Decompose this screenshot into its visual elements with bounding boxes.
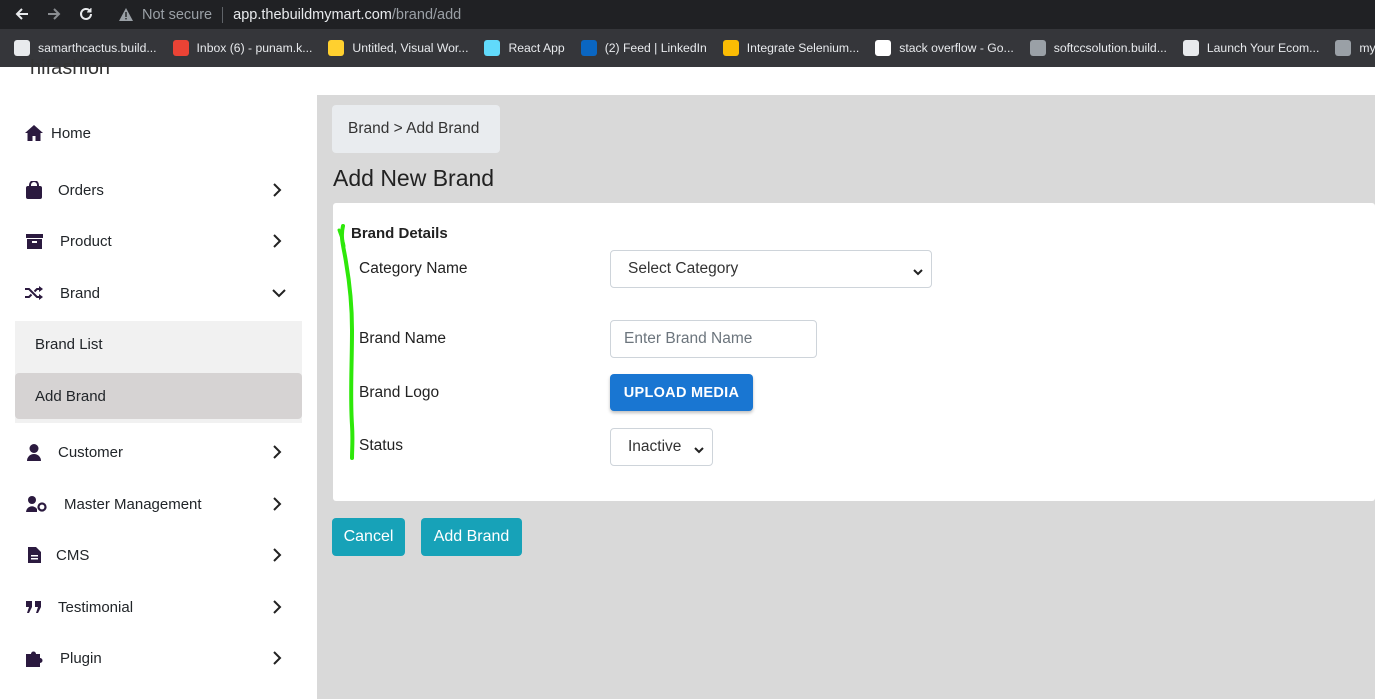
sidebar-item-home[interactable]: Home [0,111,317,155]
submenu-item-brand-list[interactable]: Brand List [15,321,302,367]
sidebar-item-label: Orders [58,181,104,199]
breadcrumb: Brand > Add Brand [332,105,500,153]
bookmarks-bar: samarthcactus.build... Inbox (6) - punam.… [0,29,1375,67]
globe-icon [1029,40,1046,56]
google-icon [875,40,892,56]
chevron-right-icon [268,598,286,616]
globe-icon [1335,40,1352,56]
bookmark-label: softccsolution.build... [1053,41,1167,55]
bookmark-label: Inbox (6) - punam.k... [196,41,313,55]
miro-icon [328,40,345,56]
not-secure-label: Not secure [142,6,213,23]
sidebar-item-product[interactable]: Product [0,219,317,263]
bookmark-label: Untitled, Visual Wor... [352,41,469,55]
reload-icon[interactable] [72,0,100,28]
browser-toolbar: Not secure app.thebuildmymart.com/brand/… [0,0,1375,29]
sidebar-item-customer[interactable]: Customer [0,430,317,474]
chevron-right-icon [268,649,286,667]
warning-icon [118,7,134,23]
cancel-button[interactable]: Cancel [332,518,405,556]
chevron-right-icon [268,232,286,250]
chevron-right-icon [268,495,286,513]
bookmark-label: samarthcactus.build... [38,41,157,55]
archive-box-icon [25,232,43,250]
chevron-down-icon [270,284,288,302]
bookmark-item[interactable]: React App [484,29,565,67]
sidebar-item-label: Product [60,232,112,250]
category-select[interactable]: Select Category [610,250,932,288]
sidebar-item-orders[interactable]: Orders [0,168,317,212]
chevron-right-icon [268,443,286,461]
brand-name-label: Brand Name [359,330,447,347]
section-title: Brand Details [351,225,448,242]
chrome-icon [722,40,739,56]
sidebar-item-label: Plugin [60,649,102,667]
status-select-value: Inactive [628,438,682,455]
sidebar-item-label: Brand [60,284,101,302]
chevron-down-icon [913,263,923,281]
sidebar-item-label: Home [51,124,92,142]
category-name-label: Category Name [359,260,468,277]
quote-icon [25,598,43,616]
forward-icon[interactable] [40,0,68,28]
bookmark-item[interactable]: (2) Feed | LinkedIn [580,29,707,67]
brand-logo-label: Brand Logo [359,384,440,401]
document-icon [25,546,43,564]
status-label: Status [359,437,403,454]
bookmark-label: Launch Your Ecom... [1206,41,1320,55]
bookmark-item[interactable]: stack overflow - Go... [875,29,1014,67]
bookmark-item[interactable]: myfashio [1335,29,1375,67]
bookmark-item[interactable]: Inbox (6) - punam.k... [172,29,313,67]
sidebar-item-plugin[interactable]: Plugin [0,636,317,680]
user-gear-icon [25,495,47,513]
linkedin-icon [580,40,597,56]
sidebar-item-testimonial[interactable]: Testimonial [0,585,317,629]
sidebar: hifashion Home Orders Product Brand Bran… [0,57,317,699]
bookmark-item[interactable]: softccsolution.build... [1029,29,1167,67]
main-content: Brand > Add Brand Add New Brand Brand De… [317,95,1375,699]
shopping-bag-icon [25,181,43,199]
bookmark-label: stack overflow - Go... [899,41,1014,55]
add-brand-button[interactable]: Add Brand [421,518,522,556]
puzzle-icon [25,649,43,667]
gmail-icon [172,40,189,56]
sidebar-item-label: Testimonial [58,598,134,616]
bookmark-item[interactable]: Untitled, Visual Wor... [328,29,468,67]
category-select-value: Select Category [628,260,739,277]
cactus-favicon [14,40,30,56]
bookmark-label: (2) Feed | LinkedIn [604,41,707,55]
sidebar-item-label: CMS [56,546,90,564]
site-brand-name: hifashion [30,57,111,79]
url-host: app.thebuildmymart.com [233,6,392,23]
user-icon [25,443,43,461]
bookmark-item[interactable]: Integrate Selenium... [722,29,860,67]
url-path: /brand/add [391,6,462,23]
back-icon[interactable] [8,0,36,28]
shuffle-icon [25,284,43,302]
bookmark-item[interactable]: Launch Your Ecom... [1182,29,1320,67]
brand-details-card: Brand Details Category Name Select Categ… [333,203,1375,501]
status-select[interactable]: Inactive [610,428,713,466]
sidebar-item-label: Master Management [64,495,202,513]
sidebar-item-cms[interactable]: CMS [0,533,317,577]
bookmark-label: React App [508,41,565,55]
sidebar-item-label: Customer [58,443,124,461]
chevron-right-icon [268,546,286,564]
page-title: Add New Brand [333,165,495,191]
shop-icon [1182,40,1199,56]
chevron-down-icon [694,441,704,459]
sidebar-item-master-management[interactable]: Master Management [0,482,317,526]
upload-media-button[interactable]: UPLOAD MEDIA [610,374,753,411]
chevron-right-icon [268,181,286,199]
sidebar-item-brand[interactable]: Brand [0,271,317,315]
bookmark-label: myfashio [1359,41,1375,55]
bookmark-label: Integrate Selenium... [746,41,860,55]
react-icon [484,40,501,56]
divider [222,6,224,23]
submenu-item-add-brand[interactable]: Add Brand [15,373,302,419]
brand-name-input[interactable] [610,320,817,358]
home-icon [25,124,43,142]
address-bar[interactable]: Not secure app.thebuildmymart.com/brand/… [108,2,1375,27]
